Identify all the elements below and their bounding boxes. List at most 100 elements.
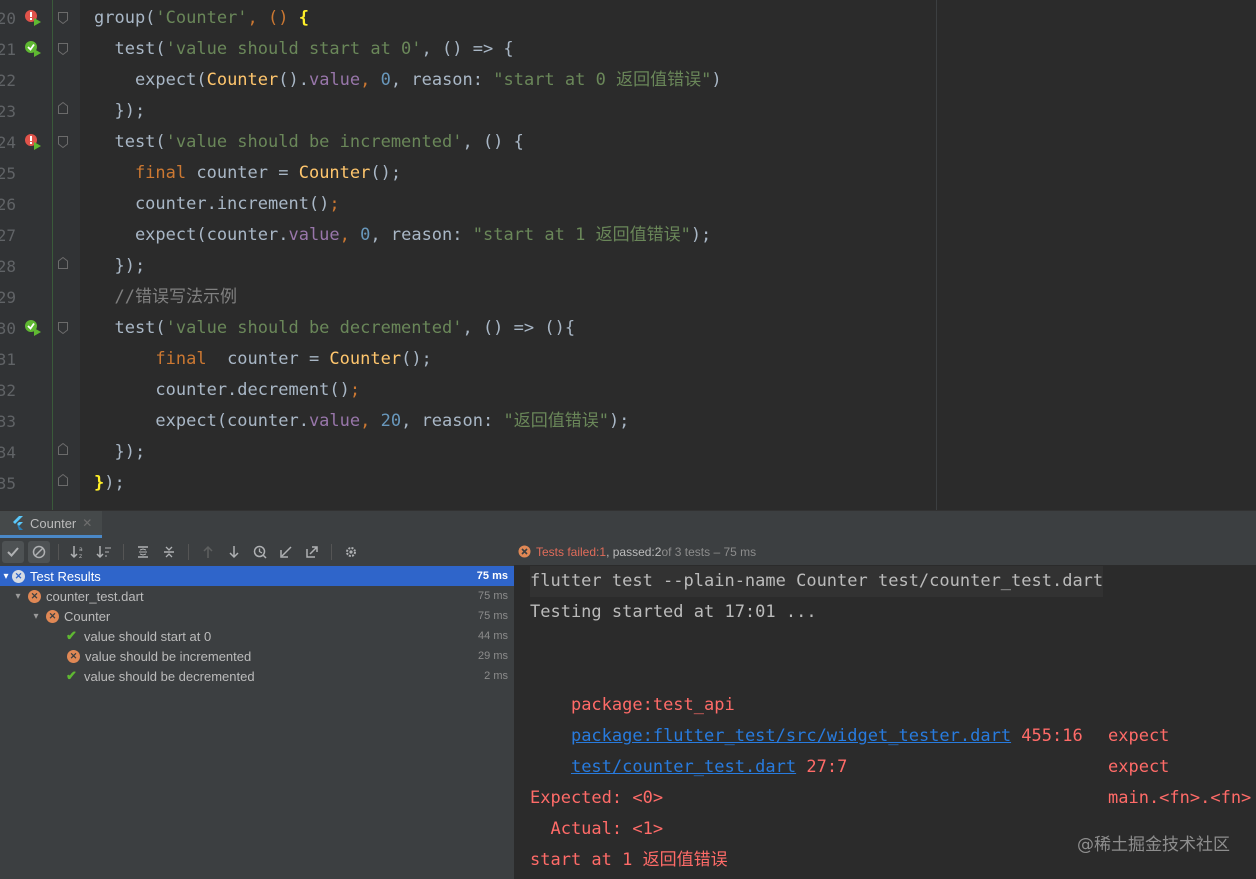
unfold-icon[interactable] (58, 102, 68, 114)
run-passed-test-icon[interactable] (24, 40, 42, 58)
console-command: flutter test --plain-name Counter test/c… (530, 566, 1104, 597)
fold-icon[interactable] (58, 136, 68, 148)
fold-icon[interactable] (58, 12, 68, 24)
code-line: expect(counter.value, 20, reason: "返回值错误… (94, 411, 630, 431)
editor-gutter: 20 21 22 23 24 25 26 27 28 29 30 31 32 3… (0, 0, 80, 510)
tree-row-file[interactable]: ▾ ✕ counter_test.dart 75 ms (0, 586, 514, 606)
history-icon (253, 545, 267, 559)
tree-row-test-results[interactable]: ▾ ✕ Test Results 75 ms (0, 566, 514, 586)
failed-label: Tests failed: (536, 544, 600, 559)
line-number: 29 (0, 288, 16, 307)
total-summary: of 3 tests – 75 ms (661, 544, 757, 559)
unfold-icon[interactable] (58, 443, 68, 455)
tab-counter[interactable]: Counter ✕ (0, 511, 103, 538)
arrow-up-icon (203, 545, 213, 558)
code-editor[interactable]: 20 21 22 23 24 25 26 27 28 29 30 31 32 3… (0, 0, 1256, 510)
import-tests-button[interactable] (275, 541, 297, 563)
line-number: 31 (0, 350, 16, 369)
code-line: test('value should be incremented', () { (94, 132, 524, 152)
svg-text:z: z (79, 553, 82, 559)
duration: 29 ms (478, 650, 508, 662)
tree-row-group[interactable]: ▾ ✕ Counter 75 ms (0, 606, 514, 626)
console-actual: Actual: <1> (530, 819, 664, 839)
sort-by-duration-button[interactable] (93, 541, 115, 563)
tree-row-test[interactable]: ✔ value should be decremented 2 ms (0, 666, 514, 686)
line-number: 34 (0, 443, 16, 462)
collapse-all-icon (164, 546, 174, 557)
line-number: 24 (0, 133, 16, 152)
toolbar-separator (188, 543, 189, 560)
code-line: test('value should be decremented', () =… (94, 318, 576, 338)
run-failed-test-icon[interactable] (24, 9, 42, 27)
sort-alpha-icon: az (70, 545, 83, 559)
unfold-icon[interactable] (58, 257, 68, 269)
gear-icon (346, 546, 356, 557)
passed-icon: ✔ (66, 628, 77, 643)
line-number: 27 (0, 226, 16, 245)
show-passed-button[interactable] (2, 540, 24, 563)
failed-status-icon (518, 545, 531, 558)
chevron-down-icon[interactable]: ▾ (30, 611, 42, 622)
chevron-down-icon[interactable]: ▾ (0, 571, 12, 582)
next-failed-test-button[interactable] (223, 541, 245, 563)
line-number: 25 (0, 164, 16, 183)
code-line: group('Counter', () { (94, 8, 309, 28)
line-number: 22 (0, 71, 16, 90)
passed-label: , passed: (606, 544, 655, 559)
stack-frame: package:test_api expect (530, 659, 1250, 746)
close-icon[interactable]: ✕ (82, 516, 92, 530)
tree-row-label: Test Results (30, 568, 101, 584)
gutter-separator (52, 0, 53, 510)
tab-label: Counter (30, 515, 77, 531)
duration: 75 ms (478, 590, 508, 602)
collapse-all-button[interactable] (158, 541, 180, 563)
failed-icon: ✕ (28, 589, 41, 603)
stack-position: 27:7 (796, 757, 848, 777)
test-results-tree[interactable]: ▾ ✕ Test Results 75 ms ▾ ✕ counter_test.… (0, 565, 514, 879)
test-history-button[interactable] (249, 541, 271, 563)
right-margin-guide (936, 0, 937, 510)
toolbar-separator (123, 543, 124, 560)
tree-row-test[interactable]: ✕ value should be incremented 29 ms (0, 646, 514, 666)
run-passed-test-icon[interactable] (24, 319, 42, 337)
line-number: 35 (0, 474, 16, 493)
tree-row-test[interactable]: ✔ value should start at 0 44 ms (0, 626, 514, 646)
test-status-bar: Tests failed: 1 , passed: 2 of 3 tests –… (514, 538, 1256, 565)
fold-icon[interactable] (58, 43, 68, 55)
duration: 75 ms (478, 610, 508, 622)
sort-alphabetically-button[interactable]: az (67, 541, 89, 563)
export-tests-button[interactable] (301, 541, 323, 563)
code-line: test('value should start at 0', () => { (94, 39, 514, 59)
export-icon (306, 545, 318, 558)
tree-row-label: Counter (64, 608, 111, 624)
code-line: final counter = Counter(); (94, 163, 402, 183)
tree-row-label: value should be incremented (85, 648, 252, 664)
duration: 44 ms (478, 630, 508, 642)
tree-row-label: counter_test.dart (46, 588, 144, 604)
settings-button[interactable] (340, 541, 362, 563)
ignored-icon (32, 545, 46, 558)
chevron-down-icon[interactable]: ▾ (12, 591, 24, 602)
line-number: 28 (0, 257, 16, 276)
stack-frame: test/counter_test.dart 27:7 main.<fn>.<f… (530, 721, 1251, 808)
unfold-icon[interactable] (58, 474, 68, 486)
code-line: }); (94, 101, 146, 121)
fold-icon[interactable] (58, 322, 68, 334)
arrow-down-icon (229, 545, 239, 558)
stack-link[interactable]: test/counter_test.dart (571, 757, 796, 777)
code-line: counter.decrement(); (94, 380, 361, 400)
stack-function: expect (1108, 757, 1170, 777)
run-failed-test-icon[interactable] (24, 133, 42, 151)
expand-all-button[interactable] (132, 541, 154, 563)
console-reason: start at 1 返回值错误 (530, 850, 728, 870)
duration: 75 ms (476, 570, 508, 582)
line-number: 32 (0, 381, 16, 400)
code-line: final counter = Counter(); (94, 349, 432, 369)
duration: 2 ms (484, 670, 508, 682)
failed-count: 1 (599, 544, 607, 559)
previous-failed-test-button[interactable] (197, 541, 219, 563)
test-runner-toolbar: az (0, 538, 514, 565)
show-ignored-button[interactable] (28, 540, 50, 563)
code-line: expect(counter.value, 0, reason: "start … (94, 225, 712, 245)
code-comment: //错误写法示例 (94, 287, 237, 307)
